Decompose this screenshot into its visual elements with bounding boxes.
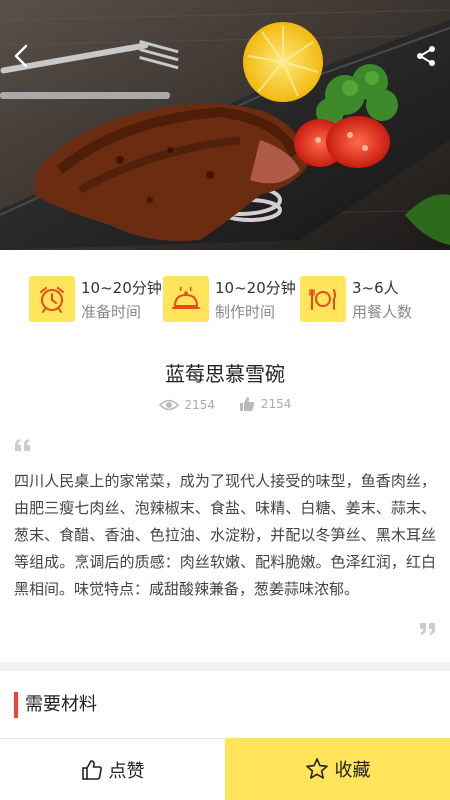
favorite-button-label: 收藏 — [334, 760, 371, 781]
plate-cutlery-icon — [300, 276, 346, 322]
recipe-title-block: 蓝莓思慕雪碗 2154 2154 — [0, 346, 450, 426]
views-count: 2154 — [184, 398, 216, 412]
star-icon — [305, 758, 328, 779]
back-button[interactable] — [4, 38, 40, 74]
share-button[interactable] — [408, 38, 444, 74]
chevron-left-icon — [14, 44, 28, 68]
recipe-description: 四川人民桌上的家常菜，成为了现代人接受的味型，鱼香肉丝，由肥三瘦七肉丝、泡辣椒末… — [14, 472, 436, 598]
steak-dish-photo — [0, 0, 450, 250]
ingredients-section-title: 需要材料 — [14, 692, 97, 718]
prep-time-value: 10~20分钟 — [81, 279, 162, 297]
prep-time-label: 准备时间 — [81, 303, 142, 321]
thumb-up-icon — [239, 397, 255, 411]
page-title: 蓝莓思慕雪碗 — [165, 362, 285, 386]
share-icon — [417, 46, 435, 66]
views-stat: 2154 — [158, 398, 216, 412]
cook-time-label: 制作时间 — [215, 303, 276, 321]
recipe-info-row: 10~20分钟 准备时间 10~20分钟 制作时间 3~6人 用餐人数 — [0, 250, 450, 346]
likes-stat: 2154 — [239, 396, 292, 412]
bottom-action-bar: 点赞 收藏 — [0, 738, 450, 800]
cook-time-value: 10~20分钟 — [215, 279, 296, 297]
likes-count: 2154 — [260, 397, 292, 411]
section-divider — [0, 662, 450, 671]
servings-value: 3~6人 — [352, 279, 399, 297]
eye-icon — [158, 399, 179, 411]
like-button-label: 点赞 — [108, 760, 145, 782]
favorite-button[interactable]: 收藏 — [225, 738, 450, 800]
like-button[interactable]: 点赞 — [0, 739, 225, 800]
alarm-clock-icon — [29, 276, 75, 322]
quote-close-icon — [420, 623, 435, 635]
cloche-icon — [163, 276, 209, 322]
recipe-stats: 2154 2154 — [0, 396, 450, 415]
thumb-up-icon — [81, 759, 102, 780]
quote-open-icon — [15, 439, 30, 451]
hero-image — [0, 0, 450, 250]
servings-label: 用餐人数 — [352, 303, 413, 321]
